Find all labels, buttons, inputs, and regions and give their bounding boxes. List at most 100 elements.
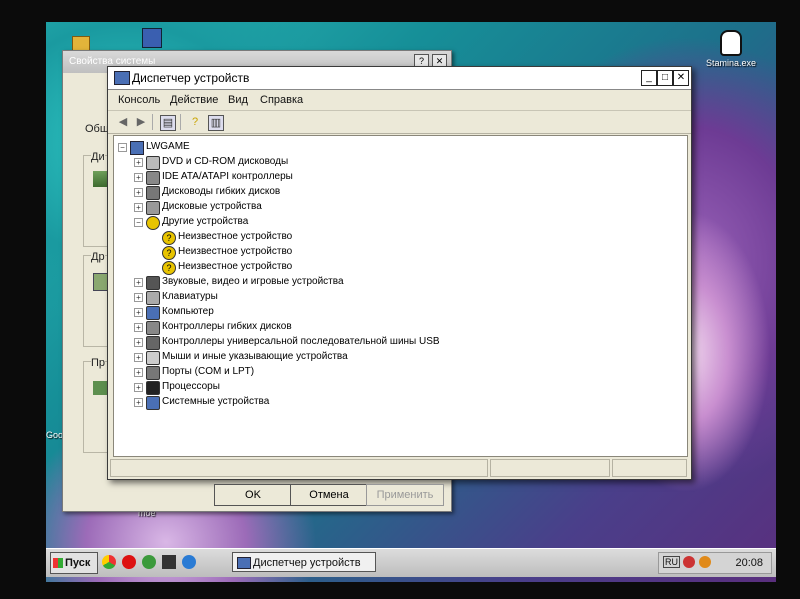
system-device-icon [146,396,160,410]
apply-button[interactable]: Применить [366,484,444,506]
profiles-group-icon [93,381,107,395]
computer-icon [130,141,144,155]
tree-category-label: Компьютер [162,306,214,317]
status-pane-3 [612,459,687,477]
ok-button[interactable]: OK [214,484,292,506]
tree-category-label: Звуковые, видео и игровые устройства [162,276,344,287]
cdrom-icon [146,156,160,170]
expand-toggle[interactable]: + [134,278,143,287]
expand-toggle[interactable]: + [134,158,143,167]
cancel-button[interactable]: Отмена [290,484,368,506]
computer-icon [146,306,160,320]
expand-toggle[interactable]: + [134,383,143,392]
device-manager-icon [114,71,130,85]
floppy-controller-icon [146,321,160,335]
utorrent-icon[interactable] [142,555,156,569]
expand-toggle[interactable]: + [134,368,143,377]
start-button[interactable]: Пуск [50,552,98,574]
back-arrow-icon[interactable]: ◀ [116,115,130,129]
desktop-icon-label: Goo [46,430,64,440]
internet-explorer-icon[interactable] [182,555,196,569]
toolbar: ◀ ▶ ▤ ? ▥ [108,111,691,134]
expand-toggle[interactable]: + [134,173,143,182]
tree-root-label: LWGAME [146,141,190,152]
unknown-device-icon: ? [162,261,176,275]
desktop-icon-stamina[interactable]: Stamina.exe [701,30,761,68]
tree-category-label: Системные устройства [162,396,270,407]
expand-toggle[interactable]: + [134,398,143,407]
device-tree[interactable]: − LWGAME + DVD и CD-ROM дисководы + IDE ATA… [113,135,688,457]
menu-action[interactable]: Действие [170,94,218,106]
menu-help[interactable]: Справка [260,94,303,106]
expand-toggle[interactable]: + [134,188,143,197]
sound-icon [146,276,160,290]
taskbar-item-label: Диспетчер устройств [253,557,361,569]
device-manager-icon [237,557,251,569]
unknown-device-icon: ? [162,246,176,260]
group-label-2: Др [91,251,105,263]
tree-category-label: Дисковые устройства [162,201,262,212]
expand-toggle[interactable]: + [134,308,143,317]
floppy-drive-icon [146,186,160,200]
tree-category-label: IDE ATA/ATAPI контроллеры [162,171,293,182]
desktop-icon-label: Stamina.exe [705,58,757,68]
device-manager-group-icon [93,171,107,187]
usb-icon [146,336,160,350]
minimize-button[interactable]: _ [641,70,657,86]
group-label-1: Ди [91,151,105,163]
menu-bar: Консоль Действие Вид Справка [108,90,691,111]
tab-general[interactable]: Общ [85,123,109,135]
menu-console[interactable]: Консоль [118,94,160,106]
status-pane-2 [490,459,610,477]
expand-toggle[interactable]: + [134,293,143,302]
help-icon[interactable]: ? [188,115,202,129]
group-label-3: Пр [91,357,106,369]
menu-view[interactable]: Вид [228,94,248,106]
keyboard-icon [146,291,160,305]
toolbar-separator [180,114,181,130]
unknown-device-icon [146,216,160,230]
expand-toggle[interactable]: + [134,323,143,332]
tree-category-label: Контроллеры универсальной последовательн… [162,336,440,347]
forward-arrow-icon[interactable]: ▶ [134,115,148,129]
tree-device-label: Неизвестное устройство [178,246,293,257]
processor-icon [146,381,160,395]
tree-category-label: Мыши и иные указывающие устройства [162,351,348,362]
console-icon[interactable] [162,555,176,569]
tree-category-label: Другие устройства [162,216,249,227]
tray-icon-2[interactable] [699,556,711,568]
collapse-toggle[interactable]: − [134,218,143,227]
port-icon [146,366,160,380]
tree-category-label: Порты (COM и LPT) [162,366,255,377]
mouse-icon [146,351,160,365]
device-manager-window: Диспетчер устройств _ □ ✕ Консоль Действ… [107,66,692,480]
windows-logo-icon [53,558,63,569]
tree-device-label: Неизвестное устройство [178,231,293,242]
expand-toggle[interactable]: + [134,203,143,212]
start-label: Пуск [65,557,91,569]
expand-toggle[interactable]: + [134,338,143,347]
desktop-icon-google[interactable]: Goo [46,430,63,440]
device-list-icon[interactable]: ▥ [208,115,224,131]
language-indicator[interactable]: RU [663,556,680,568]
unknown-device-icon: ? [162,231,176,245]
collapse-toggle[interactable]: − [118,143,127,152]
tray-icon-1[interactable] [683,556,695,568]
status-pane-1 [110,459,488,477]
penguin-icon [720,30,742,56]
clock[interactable]: 20:08 [735,556,763,570]
taskbar-item-device-manager[interactable]: Диспетчер устройств [232,552,376,572]
disk-drive-icon [146,201,160,215]
devmgr-titlebar[interactable]: Диспетчер устройств _ □ ✕ [108,67,691,90]
opera-icon[interactable] [122,555,136,569]
chrome-icon[interactable] [102,555,116,569]
status-bar [110,459,687,477]
tree-category-label: Клавиатуры [162,291,218,302]
ide-controller-icon [146,171,160,185]
expand-toggle[interactable]: + [134,353,143,362]
maximize-button[interactable]: □ [657,70,673,86]
close-button[interactable]: ✕ [673,70,689,86]
floppy-icon[interactable] [142,28,162,48]
properties-view-icon[interactable]: ▤ [160,115,176,131]
devmgr-title: Диспетчер устройств [132,71,250,85]
